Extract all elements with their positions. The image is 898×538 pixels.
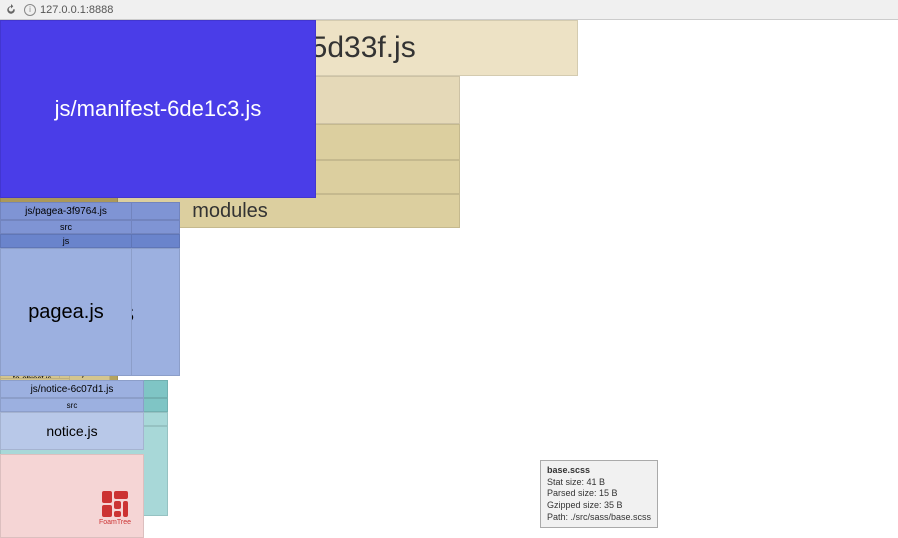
info-icon: i [24, 4, 36, 16]
manifest[interactable]: js/manifest-6de1c3.js [0, 20, 316, 198]
foamtree-logo: FoamTree [95, 489, 135, 529]
pagea-src[interactable]: src [0, 220, 132, 234]
url-text: 127.0.0.1:8888 [40, 4, 113, 16]
pagea-title[interactable]: js/pagea-3f9764.js [0, 202, 132, 220]
refresh-icon[interactable] [4, 3, 18, 17]
logo-cell: FoamTree [0, 454, 144, 538]
treemap[interactable]: js/vendor-35d33f.js node_modules core-js… [0, 20, 898, 538]
notice-file[interactable]: notice.js [0, 412, 144, 450]
pagea-js[interactable]: js [0, 234, 132, 248]
notice-src[interactable]: src [0, 398, 144, 412]
tooltip: base.scss Stat size: 41 B Parsed size: 1… [540, 460, 658, 528]
address-bar: i 127.0.0.1:8888 [0, 0, 898, 20]
pagea-file[interactable]: pagea.js [0, 248, 132, 376]
notice-title[interactable]: js/notice-6c07d1.js [0, 380, 144, 398]
